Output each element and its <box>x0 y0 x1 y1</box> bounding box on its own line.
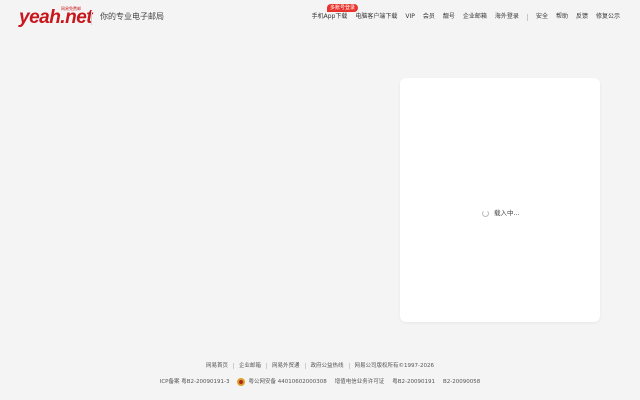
logo-subtext: 网易免费邮 <box>61 6 81 11</box>
license-number-1[interactable]: 粤B2-20090191 <box>392 377 435 387</box>
footer-links: 网易首页 企业邮箱 网易外贸通 政府公益热线 网易公司版权所有©1997-202… <box>0 361 640 371</box>
footer-legal: ICP备案 粤B2-20090191-3 粤公网安备 4401060200030… <box>0 377 640 387</box>
nav-vip[interactable]: VIP <box>405 11 415 23</box>
nav-overseas-login[interactable]: 海外登录 <box>495 11 519 23</box>
nav-premium-number[interactable]: 靓号 <box>443 11 455 23</box>
footer-separator <box>266 363 267 369</box>
license-number-2[interactable]: B2-20090058 <box>443 377 480 387</box>
logo-text: yeah.net <box>19 7 93 28</box>
police-record-text: 粤公网安备 44010602000308 <box>248 379 327 385</box>
nav-security[interactable]: 安全 <box>536 11 548 23</box>
tagline: 你的专业电子邮局 <box>100 12 164 21</box>
footer-separator <box>304 363 306 369</box>
nav-enterprise-mail[interactable]: 企业邮箱 <box>463 11 487 23</box>
nav-app-download[interactable]: 手机App下载 <box>312 11 348 23</box>
nav-fix-notice[interactable]: 修复公示 <box>596 11 620 23</box>
login-card: 载入中... <box>400 78 600 322</box>
footer-link-foreign-trade[interactable]: 网易外贸通 <box>272 361 300 371</box>
footer-copyright: 网易公司版权所有©1997-2026 <box>354 363 435 369</box>
nav-feedback[interactable]: 反馈 <box>576 11 588 23</box>
telecom-license[interactable]: 增值电信业务许可证 <box>335 377 385 387</box>
loading-indicator: 载入中... <box>482 208 520 218</box>
footer-separator <box>232 363 234 369</box>
police-record[interactable]: 粤公网安备 44010602000308 <box>237 377 327 387</box>
top-nav: 手机App下载 电脑客户端下载 VIP 会员 靓号 企业邮箱 海外登录 安全 帮… <box>304 11 620 23</box>
nav-member[interactable]: 会员 <box>423 11 435 23</box>
footer-link-netease-home[interactable]: 网易首页 <box>206 361 228 371</box>
nav-separator <box>526 13 528 21</box>
footer-separator <box>348 363 350 369</box>
footer-link-public-hotline[interactable]: 政府公益热线 <box>311 361 344 371</box>
loading-text: 载入中... <box>494 209 520 217</box>
spinner-icon <box>482 209 489 217</box>
footer-link-enterprise-mail[interactable]: 企业邮箱 <box>239 361 261 371</box>
icp-record[interactable]: ICP备案 粤B2-20090191-3 <box>160 377 230 387</box>
top-bar: yeah.net 网易免费邮 你的专业电子邮局 多账号登录 手机App下载 电脑… <box>0 0 640 34</box>
header-divider <box>91 11 92 25</box>
nav-client-download[interactable]: 电脑客户端下载 <box>355 11 397 23</box>
nav-help[interactable]: 帮助 <box>556 11 568 23</box>
police-badge-icon <box>237 378 246 386</box>
